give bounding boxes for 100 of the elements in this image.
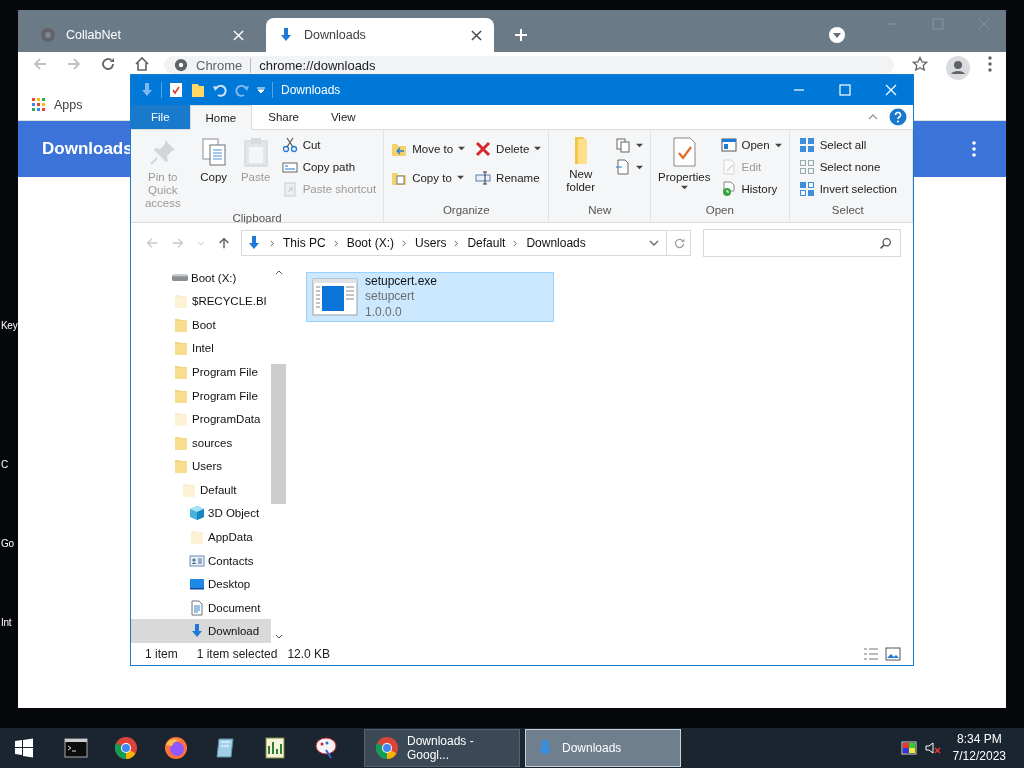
- ribbon-tab[interactable]: Share: [252, 105, 315, 129]
- ribbon-button[interactable]: Select all: [795, 134, 900, 156]
- breadcrumb-item[interactable]: Boot (X:): [346, 236, 395, 250]
- ribbon-button[interactable]: Move to: [388, 134, 469, 163]
- properties-icon[interactable]: [168, 82, 184, 98]
- new-tab-icon[interactable]: [514, 28, 528, 42]
- page-icon: [615, 159, 632, 175]
- tree-item[interactable]: Program File: [131, 383, 271, 408]
- firefox-icon[interactable]: [164, 736, 188, 760]
- group-label: Clipboard: [231, 212, 283, 224]
- home-icon[interactable]: [134, 56, 150, 72]
- tree-item[interactable]: Users: [131, 454, 271, 479]
- taskbar-button[interactable]: Downloads - Googl...: [364, 729, 520, 767]
- desktop-icon-label[interactable]: Key: [1, 320, 18, 331]
- site-info-icon[interactable]: [174, 58, 188, 72]
- ribbon-button[interactable]: Cut: [278, 134, 380, 156]
- ribbon-tab[interactable]: View: [314, 105, 372, 129]
- ribbon-button[interactable]: Delete: [472, 134, 545, 163]
- clock-date[interactable]: 7/12/2023: [952, 748, 1006, 765]
- tree-item[interactable]: Intel: [131, 336, 271, 361]
- file-tile[interactable]: setupcert.exe setupcert 1.0.0.0: [306, 272, 554, 322]
- profile-avatar-icon[interactable]: [946, 56, 970, 80]
- ribbon-button[interactable]: Select none: [795, 156, 900, 178]
- chrome-icon[interactable]: [114, 736, 138, 760]
- group-label: Select: [830, 204, 865, 218]
- chart-icon[interactable]: [264, 736, 288, 760]
- ribbon-button[interactable]: Copy path: [278, 156, 380, 178]
- file-name: setupcert.exe: [365, 273, 438, 290]
- tree-item[interactable]: Boot: [131, 313, 271, 337]
- browser-tab[interactable]: CollabNet: [28, 18, 256, 52]
- desktop-icon-label[interactable]: Go: [1, 538, 18, 549]
- breadcrumb-item[interactable]: This PC: [283, 236, 326, 250]
- ribbon-button[interactable]: Properties: [655, 134, 714, 193]
- bookmark-star-icon[interactable]: [912, 56, 928, 72]
- ribbon-tab[interactable]: File: [131, 105, 190, 129]
- tree-item[interactable]: Contacts: [131, 548, 271, 573]
- dropdown-icon[interactable]: [649, 238, 659, 248]
- pages-icon: [615, 137, 632, 153]
- close-icon[interactable]: [471, 29, 482, 41]
- chrome-icon: [375, 736, 399, 760]
- tab-search-icon[interactable]: [828, 26, 846, 44]
- scissors-icon: [281, 137, 298, 153]
- new-folder-icon[interactable]: [190, 82, 206, 98]
- folder-icon: [573, 136, 588, 165]
- bookmark[interactable]: Apps: [32, 98, 83, 112]
- scroll-thumb[interactable]: [271, 364, 286, 504]
- up-arrow-icon[interactable]: [217, 236, 231, 250]
- ribbon-button[interactable]: Copy to: [388, 163, 469, 192]
- tree-item[interactable]: AppData: [131, 525, 271, 549]
- breadcrumb-item[interactable]: Default: [467, 236, 506, 250]
- download-icon: [246, 235, 262, 251]
- search-field[interactable]: [703, 229, 901, 257]
- palette-icon[interactable]: [314, 736, 338, 760]
- tiles-view-icon[interactable]: [885, 646, 901, 662]
- help-icon[interactable]: [889, 108, 907, 126]
- address-bar[interactable]: Chrome chrome://downloads: [164, 56, 894, 74]
- browser-tab[interactable]: Downloads: [266, 18, 494, 52]
- url-text: chrome://downloads: [259, 57, 376, 73]
- file-description: setupcert: [365, 289, 416, 305]
- file-version: 1.0.0.0: [365, 304, 403, 321]
- tab-title: CollabNet: [66, 28, 122, 42]
- ribbon-button[interactable]: Rename: [472, 163, 545, 192]
- refresh-icon[interactable]: [666, 231, 686, 255]
- group-label: Organize: [441, 204, 491, 218]
- taskbar-button[interactable]: Downloads: [525, 729, 681, 767]
- ribbon-tab[interactable]: Home: [189, 105, 253, 130]
- chevron-icon: [269, 239, 276, 247]
- caret-icon: [456, 174, 464, 181]
- tree-item[interactable]: 3D Object: [131, 501, 271, 526]
- desktop-icon-label[interactable]: Int: [1, 617, 18, 628]
- tree-item[interactable]: sources: [131, 430, 271, 455]
- reload-icon[interactable]: [100, 56, 116, 72]
- ribbon-button[interactable]: New folder: [553, 134, 609, 196]
- tree-item[interactable]: Document: [131, 595, 271, 620]
- breadcrumb-item[interactable]: Downloads: [526, 236, 586, 250]
- clock-time[interactable]: 8:34 PM: [956, 731, 1002, 748]
- tree-item[interactable]: Download: [131, 619, 271, 643]
- breadcrumb-item[interactable]: Users: [415, 236, 447, 250]
- tree-item[interactable]: Boot (X:): [131, 266, 271, 290]
- desktop-icon-label[interactable]: C: [1, 459, 18, 470]
- ribbon-button[interactable]: Copy: [194, 134, 233, 186]
- terminal-icon[interactable]: [64, 736, 88, 760]
- ribbon-button[interactable]: Invert selection: [795, 178, 900, 200]
- color-grid-icon[interactable]: [900, 740, 917, 756]
- menu-icon[interactable]: [988, 56, 992, 72]
- menu-icon[interactable]: [972, 141, 976, 157]
- address-bar[interactable]: This PC Boot (X:) Users Default Downloads: [241, 230, 691, 256]
- tree-item[interactable]: ProgramData: [131, 407, 271, 431]
- ribbon-button[interactable]: Open: [717, 134, 785, 156]
- ribbon-button[interactable]: History: [717, 178, 785, 200]
- window-icon: [720, 137, 737, 153]
- muted-speaker-icon[interactable]: [924, 740, 941, 756]
- caret-icon[interactable]: [256, 85, 266, 95]
- undo-icon[interactable]: [212, 82, 228, 98]
- tree-item[interactable]: Program File: [131, 360, 271, 384]
- tree-item[interactable]: Desktop: [131, 572, 271, 596]
- apps-grid-icon: [32, 98, 46, 112]
- tree-item[interactable]: $RECYCLE.BI: [131, 289, 271, 314]
- start-icon[interactable]: [14, 738, 34, 758]
- tree-item[interactable]: Default: [131, 478, 271, 502]
